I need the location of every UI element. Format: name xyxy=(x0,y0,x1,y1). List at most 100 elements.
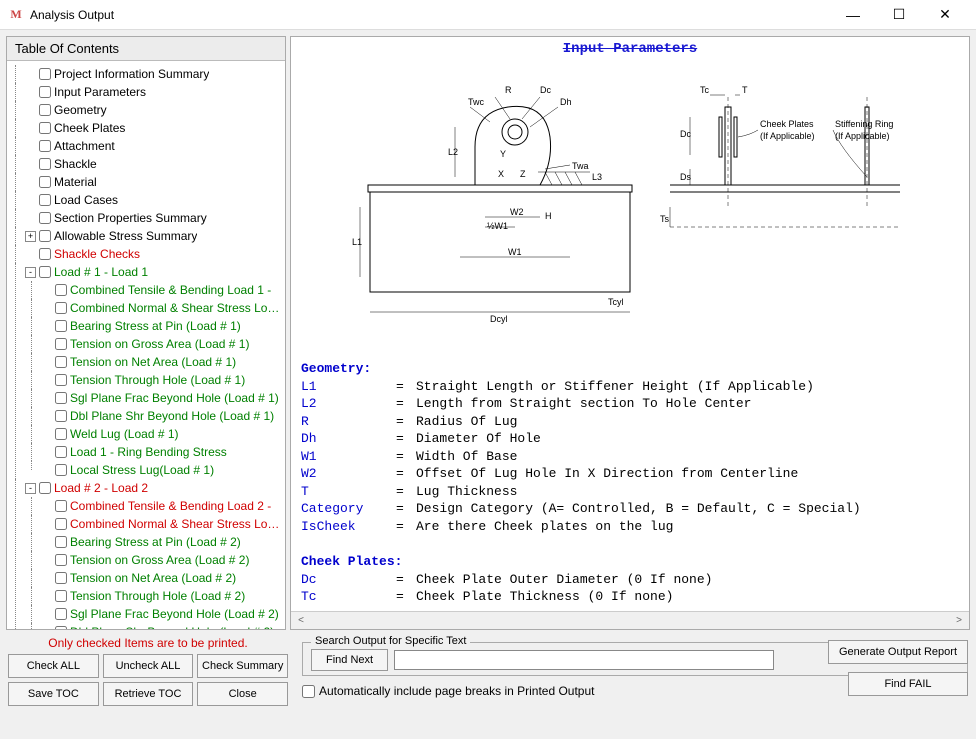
tree-checkbox[interactable] xyxy=(55,338,67,350)
tree-item[interactable]: Cheek Plates xyxy=(25,119,283,137)
tree-checkbox[interactable] xyxy=(55,464,67,476)
tree-item[interactable]: Tension on Net Area (Load # 1) xyxy=(41,353,283,371)
scroll-right-icon[interactable]: > xyxy=(951,615,967,626)
tree-item[interactable]: Material xyxy=(25,173,283,191)
tree-checkbox[interactable] xyxy=(55,626,67,629)
tree-item[interactable]: Tension on Gross Area (Load # 1) xyxy=(41,335,283,353)
tree-label: Load Cases xyxy=(54,191,118,209)
auto-pagebreak-label: Automatically include page breaks in Pri… xyxy=(319,684,595,698)
tree-toggle-icon[interactable]: + xyxy=(25,231,36,242)
tree-item[interactable]: Tension Through Hole (Load # 2) xyxy=(41,587,283,605)
tree-item[interactable]: Input Parameters xyxy=(25,83,283,101)
tree-item[interactable]: Tension on Net Area (Load # 2) xyxy=(41,569,283,587)
check-all-button[interactable]: Check ALL xyxy=(8,654,99,678)
tree-item[interactable]: Combined Tensile & Bending Load 2 - xyxy=(41,497,283,515)
tree-checkbox[interactable] xyxy=(39,248,51,260)
tree-checkbox[interactable] xyxy=(55,356,67,368)
tree-checkbox[interactable] xyxy=(55,446,67,458)
tree-toggle-icon[interactable]: - xyxy=(25,267,36,278)
tree-checkbox[interactable] xyxy=(39,86,51,98)
tree-item[interactable]: Combined Normal & Shear Stress Load 1 - xyxy=(41,299,283,317)
tree-item[interactable]: Dbl Plane Shr Beyond Hole (Load # 1) xyxy=(41,407,283,425)
tree-item[interactable]: Load 1 - Ring Bending Stress xyxy=(41,443,283,461)
tree-item[interactable]: Sgl Plane Frac Beyond Hole (Load # 1) xyxy=(41,389,283,407)
auto-pagebreak-checkbox[interactable] xyxy=(302,685,315,698)
search-legend: Search Output for Specific Text xyxy=(311,635,470,647)
tree-item[interactable]: Dbl Plane Shr Beyond Hole (Load # 2) xyxy=(41,623,283,629)
tree-checkbox[interactable] xyxy=(55,302,67,314)
tree-item[interactable]: -Load # 1 - Load 1 xyxy=(25,263,283,281)
tree-item[interactable]: Bearing Stress at Pin (Load # 1) xyxy=(41,317,283,335)
tree-item[interactable]: -Load # 2 - Load 2 xyxy=(25,479,283,497)
tree-checkbox[interactable] xyxy=(55,428,67,440)
maximize-button[interactable]: ☐ xyxy=(876,0,922,30)
retrieve-toc-button[interactable]: Retrieve TOC xyxy=(103,682,194,706)
tree-checkbox[interactable] xyxy=(55,554,67,566)
svg-text:H: H xyxy=(545,211,552,221)
equals-sign: = xyxy=(396,483,416,501)
tree-item[interactable]: +Allowable Stress Summary xyxy=(25,227,283,245)
tree-item[interactable]: Load Cases xyxy=(25,191,283,209)
tree-item[interactable]: Attachment xyxy=(25,137,283,155)
definition-key: Dh xyxy=(301,430,396,448)
tree-checkbox[interactable] xyxy=(39,212,51,224)
tree-checkbox[interactable] xyxy=(39,176,51,188)
tree-checkbox[interactable] xyxy=(55,608,67,620)
tree-item[interactable]: Tension on Gross Area (Load # 2) xyxy=(41,551,283,569)
tree-item[interactable]: Local Stress Lug(Load # 1) xyxy=(41,461,283,479)
content-h-scrollbar[interactable]: < > xyxy=(291,611,969,629)
find-next-button[interactable]: Find Next xyxy=(311,649,388,671)
svg-text:Tc: Tc xyxy=(700,85,710,95)
tree-checkbox[interactable] xyxy=(39,482,51,494)
tree-checkbox[interactable] xyxy=(55,572,67,584)
tree-checkbox[interactable] xyxy=(39,230,51,242)
search-input[interactable] xyxy=(394,650,774,670)
close-dialog-button[interactable]: Close xyxy=(197,682,288,706)
tree-checkbox[interactable] xyxy=(39,158,51,170)
tree-checkbox[interactable] xyxy=(55,410,67,422)
close-button[interactable]: ✕ xyxy=(922,0,968,30)
tree-item[interactable]: Tension Through Hole (Load # 1) xyxy=(41,371,283,389)
toc-tree[interactable]: Project Information SummaryInput Paramet… xyxy=(7,61,285,629)
tree-checkbox[interactable] xyxy=(55,284,67,296)
tree-item[interactable]: Project Information Summary xyxy=(25,65,283,83)
content-body[interactable]: Input Parameters xyxy=(291,37,969,611)
scroll-left-icon[interactable]: < xyxy=(293,615,309,626)
tree-item[interactable]: Section Properties Summary xyxy=(25,209,283,227)
tree-item[interactable]: Shackle xyxy=(25,155,283,173)
tree-checkbox[interactable] xyxy=(39,104,51,116)
tree-checkbox[interactable] xyxy=(39,266,51,278)
tree-toggle-icon[interactable]: - xyxy=(25,483,36,494)
tree-label: Tension Through Hole (Load # 1) xyxy=(70,371,245,389)
tree-label: Tension on Net Area (Load # 1) xyxy=(70,353,236,371)
check-summary-button[interactable]: Check Summary xyxy=(197,654,288,678)
tree-checkbox[interactable] xyxy=(55,500,67,512)
uncheck-all-button[interactable]: Uncheck ALL xyxy=(103,654,194,678)
definition-row: L1=Straight Length or Stiffener Height (… xyxy=(301,378,959,396)
equals-sign: = xyxy=(396,448,416,466)
tree-checkbox[interactable] xyxy=(55,536,67,548)
tree-checkbox[interactable] xyxy=(39,194,51,206)
tree-item[interactable]: Geometry xyxy=(25,101,283,119)
generate-report-button[interactable]: Generate Output Report xyxy=(828,640,968,664)
tree-checkbox[interactable] xyxy=(39,68,51,80)
minimize-button[interactable]: — xyxy=(830,0,876,30)
svg-text:W1: W1 xyxy=(508,247,522,257)
tree-checkbox[interactable] xyxy=(39,122,51,134)
tree-item[interactable]: Weld Lug (Load # 1) xyxy=(41,425,283,443)
tree-checkbox[interactable] xyxy=(55,374,67,386)
tree-item[interactable]: Combined Tensile & Bending Load 1 - xyxy=(41,281,283,299)
tree-item[interactable]: Bearing Stress at Pin (Load # 2) xyxy=(41,533,283,551)
tree-item[interactable]: Combined Normal & Shear Stress Load 2 - xyxy=(41,515,283,533)
tree-item[interactable]: Sgl Plane Frac Beyond Hole (Load # 2) xyxy=(41,605,283,623)
definition-row: T=Lug Thickness xyxy=(301,483,959,501)
tree-checkbox[interactable] xyxy=(39,140,51,152)
tree-item[interactable]: Shackle Checks xyxy=(25,245,283,263)
save-toc-button[interactable]: Save TOC xyxy=(8,682,99,706)
tree-checkbox[interactable] xyxy=(55,320,67,332)
tree-label: Geometry xyxy=(54,101,107,119)
tree-checkbox[interactable] xyxy=(55,518,67,530)
tree-checkbox[interactable] xyxy=(55,392,67,404)
tree-checkbox[interactable] xyxy=(55,590,67,602)
find-fail-button[interactable]: Find FAIL xyxy=(848,672,968,696)
